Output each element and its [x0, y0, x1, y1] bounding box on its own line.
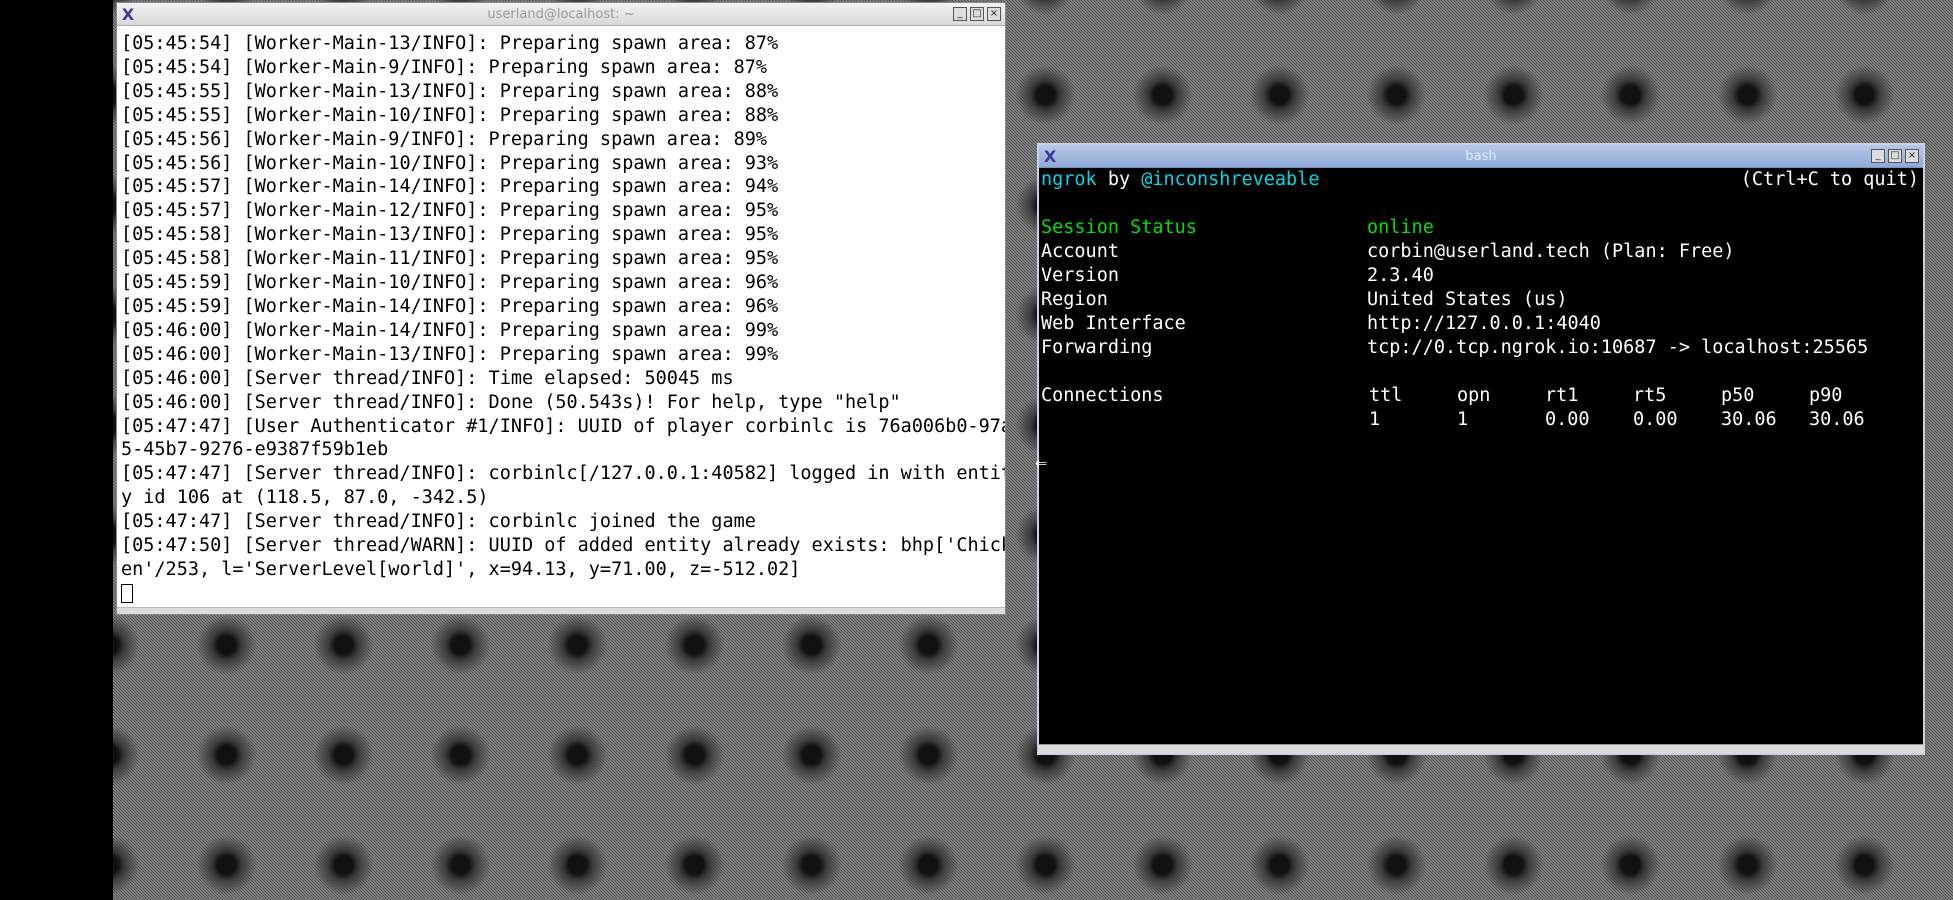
- conn-value-ttl: 1: [1369, 409, 1381, 430]
- log-line: [05:45:59] [Worker-Main-10/INFO]: Prepar…: [121, 272, 779, 294]
- ngrok-header: ngrok by @inconshreveable: [1041, 168, 1319, 192]
- log-line: [05:46:00] [Server thread/INFO]: Time el…: [121, 367, 734, 389]
- web-interface-label: Web Interface: [1041, 313, 1186, 334]
- log-line: [05:45:57] [Worker-Main-14/INFO]: Prepar…: [121, 176, 779, 198]
- window-title: bash: [1465, 148, 1497, 164]
- log-line: [05:45:57] [Worker-Main-12/INFO]: Prepar…: [121, 200, 779, 222]
- conn-header-opn: opn: [1457, 385, 1491, 406]
- header-by: by: [1096, 169, 1142, 190]
- horizontal-scrollbar[interactable]: [117, 607, 1005, 614]
- log-line: [05:46:00] [Server thread/INFO]: Done (5…: [121, 391, 901, 413]
- conn-header-p90: p90: [1809, 385, 1843, 406]
- ngrok-terminal-titlebar[interactable]: X bash _ □ ×: [1039, 145, 1923, 168]
- log-line: y id 106 at (118.5, 87.0, -342.5): [121, 487, 489, 509]
- log-line: [05:45:54] [Worker-Main-9/INFO]: Prepari…: [121, 56, 768, 78]
- ngrok-terminal-window[interactable]: X bash _ □ × ngrok by @inconshreveable (…: [1035, 143, 1925, 755]
- terminal-cursor: [121, 582, 1001, 606]
- x-logo-icon[interactable]: X: [1039, 147, 1061, 166]
- minimize-icon[interactable]: _: [1871, 149, 1885, 163]
- conn-header-p50: p50: [1721, 385, 1755, 406]
- conn-value-opn: 1: [1457, 409, 1469, 430]
- log-line: [05:45:58] [Worker-Main-13/INFO]: Prepar…: [121, 224, 779, 246]
- server-terminal-titlebar[interactable]: X userland@localhost: ~ _ □ ×: [117, 3, 1005, 26]
- ngrok-author: @inconshreveable: [1141, 169, 1320, 190]
- conn-header-ttl: ttl: [1369, 385, 1403, 406]
- region-label: Region: [1041, 289, 1108, 310]
- minimize-icon[interactable]: _: [953, 7, 967, 21]
- x-logo-icon[interactable]: X: [117, 5, 139, 24]
- ngrok-brand: ngrok: [1041, 169, 1097, 190]
- log-line: [05:47:47] [Server thread/INFO]: corbinl…: [121, 511, 756, 533]
- close-icon[interactable]: ×: [987, 7, 1001, 21]
- log-line: [05:45:56] [Worker-Main-9/INFO]: Prepari…: [121, 128, 768, 150]
- version-value: 2.3.40: [1367, 265, 1434, 286]
- log-line: [05:45:55] [Worker-Main-10/INFO]: Prepar…: [121, 104, 779, 126]
- conn-value-rt5: 0.00: [1633, 409, 1678, 430]
- close-icon[interactable]: ×: [1905, 149, 1919, 163]
- conn-header-rt1: rt1: [1545, 385, 1579, 406]
- cursor-block-icon: [121, 584, 133, 604]
- server-log-output[interactable]: [05:45:54] [Worker-Main-13/INFO]: Prepar…: [117, 26, 1005, 615]
- session-status-label: Session Status: [1041, 217, 1197, 238]
- web-interface-value: http://127.0.0.1:4040: [1367, 313, 1601, 334]
- log-line: [05:47:50] [Server thread/WARN]: UUID of…: [121, 535, 1005, 557]
- log-line: [05:46:00] [Worker-Main-13/INFO]: Prepar…: [121, 343, 779, 365]
- log-line: [05:47:47] [User Authenticator #1/INFO]:…: [121, 415, 1005, 437]
- log-line: [05:45:59] [Worker-Main-14/INFO]: Prepar…: [121, 295, 779, 317]
- conn-header-rt5: rt5: [1633, 385, 1667, 406]
- log-line: [05:45:58] [Worker-Main-11/INFO]: Prepar…: [121, 248, 779, 270]
- terminal-cursor-icon: ⇐: [1035, 450, 1048, 474]
- server-terminal-window[interactable]: X userland@localhost: ~ _ □ × [05:45:54]…: [116, 2, 1006, 615]
- maximize-icon[interactable]: □: [970, 7, 984, 21]
- conn-value-p50: 30.06: [1721, 409, 1777, 430]
- region-value: United States (us): [1367, 289, 1568, 310]
- log-line: [05:45:56] [Worker-Main-10/INFO]: Prepar…: [121, 152, 779, 174]
- quit-hint: (Ctrl+C to quit): [1740, 169, 1919, 190]
- conn-value-rt1: 0.00: [1545, 409, 1590, 430]
- session-status-value: online: [1367, 217, 1434, 238]
- log-line: [05:47:47] [Server thread/INFO]: corbinl…: [121, 463, 1005, 485]
- ngrok-status-output[interactable]: ngrok by @inconshreveable (Ctrl+C to qui…: [1035, 168, 1923, 744]
- forwarding-value: tcp://0.tcp.ngrok.io:10687 -> localhost:…: [1367, 337, 1869, 358]
- connections-label: Connections: [1041, 385, 1164, 406]
- maximize-icon[interactable]: □: [1888, 149, 1902, 163]
- log-line: en'/253, l='ServerLevel[world]', x=94.13…: [121, 558, 801, 580]
- horizontal-scrollbar[interactable]: [1039, 744, 1923, 753]
- forwarding-label: Forwarding: [1041, 337, 1153, 358]
- log-line: [05:46:00] [Worker-Main-14/INFO]: Prepar…: [121, 319, 779, 341]
- conn-value-p90: 30.06: [1809, 409, 1865, 430]
- account-label: Account: [1041, 241, 1119, 262]
- log-line: 5-45b7-9276-e9387f59b1eb: [121, 439, 389, 461]
- version-label: Version: [1041, 265, 1119, 286]
- account-value: corbin@userland.tech (Plan: Free): [1367, 241, 1735, 262]
- window-title: userland@localhost: ~: [487, 6, 635, 22]
- log-line: [05:45:55] [Worker-Main-13/INFO]: Prepar…: [121, 80, 779, 102]
- log-line: [05:45:54] [Worker-Main-13/INFO]: Prepar…: [121, 33, 779, 54]
